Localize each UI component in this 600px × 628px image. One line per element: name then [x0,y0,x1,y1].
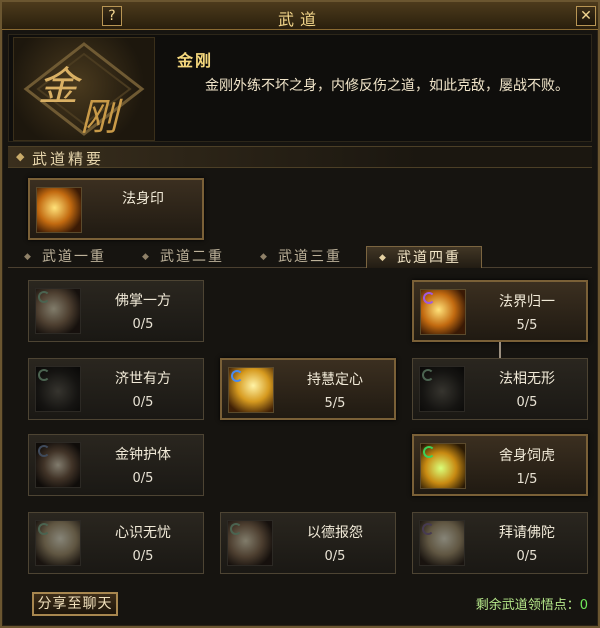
skill-level: 0/5 [132,395,154,410]
tab-label: 武道四重 [397,250,461,266]
skill-card[interactable]: 金钟护体 0/5 [28,434,204,496]
sacrifice-icon [420,443,466,489]
diamond-bullet-icon: ◆ [16,150,25,163]
skill-level: 0/5 [132,317,154,332]
mind-icon [35,520,81,566]
dharma-realm-icon [420,289,466,335]
skill-name: 法界归一 [499,294,555,310]
skill-name: 以德报怨 [307,525,363,541]
green-rank-icon [422,369,434,381]
tab-tier-4[interactable]: ◆ 武道四重 [366,246,482,268]
green-rank-icon [423,446,435,458]
virtue-icon [227,520,273,566]
skill-name: 舍身饲虎 [499,448,555,464]
skill-card[interactable]: 法相无形 0/5 [412,358,588,420]
skill-level: 0/5 [132,549,154,564]
martial-dao-window: ? 武道 ✕ 金 刚 金刚 金刚外练不坏之身，内修反伤之道，如此克敌，屡战不败。… [0,0,600,628]
skill-card[interactable]: 以德报怨 0/5 [220,512,396,574]
palm-icon [35,288,81,334]
section-header: ◆ 武道精要 [8,146,592,168]
meditation-icon [228,367,274,413]
skill-name: 心识无忧 [115,525,171,541]
share-to-chat-button[interactable]: 分享至聊天 [32,592,118,616]
skill-name: 拜请佛陀 [499,525,555,541]
tab-tier-1[interactable]: ◆ 武道一重 [12,246,128,268]
skill-name: 法相无形 [499,371,555,387]
diamond-bullet-icon: ◆ [142,252,151,262]
diamond-emblem-icon: 金 刚 [23,42,145,139]
points-label: 剩余武道领悟点： [475,598,580,613]
skill-name: 金钟护体 [115,447,171,463]
swastika-icon [35,366,81,412]
tab-tier-2[interactable]: ◆ 武道二重 [130,246,246,268]
skill-card[interactable]: 拜请佛陀 0/5 [412,512,588,574]
essence-skill-card[interactable]: 法身印 [28,178,204,240]
skill-name: 济世有方 [115,371,171,387]
skill-level: 5/5 [324,396,346,411]
tab-tier-3[interactable]: ◆ 武道三重 [248,246,364,268]
skill-level: 0/5 [324,549,346,564]
skill-card[interactable]: 法界归一 5/5 [412,280,588,342]
skill-name: 持慧定心 [307,372,363,388]
svg-text:金: 金 [38,64,83,110]
section-label: 武道精要 [32,150,105,168]
skill-name: 法身印 [122,191,164,207]
skill-card[interactable]: 济世有方 0/5 [28,358,204,420]
skill-level: 0/5 [516,549,538,564]
tab-label: 武道一重 [42,249,106,265]
skill-level: 1/5 [516,472,538,487]
buddha-icon [419,520,465,566]
school-description: 金刚外练不坏之身，内修反伤之道，如此克敌，屡战不败。 [205,78,569,94]
green-rank-icon [230,523,242,535]
green-rank-icon [38,523,50,535]
tab-label: 武道二重 [160,249,224,265]
diamond-bullet-icon: ◆ [24,252,33,262]
purple-rank-icon [422,523,434,535]
skill-name: 佛掌一方 [115,293,171,309]
skill-card[interactable]: 佛掌一方 0/5 [28,280,204,342]
purple-rank-icon [423,292,435,304]
window-title: 武道 [277,10,322,29]
skill-card[interactable]: 持慧定心 5/5 [220,358,396,420]
flame-hand-icon [36,187,82,233]
form-icon [419,366,465,412]
school-header: 金 刚 金刚 金刚外练不坏之身，内修反伤之道，如此克敌，屡战不败。 [8,34,592,142]
tab-label: 武道三重 [278,249,342,265]
points-value: 0 [579,598,588,613]
tier-tabs: ◆ 武道一重 ◆ 武道二重 ◆ 武道三重 ◆ 武道四重 [8,246,592,268]
school-logo: 金 刚 [13,37,155,141]
school-title: 金刚 [177,51,214,70]
diamond-bullet-icon: ◆ [379,253,388,263]
skill-level: 0/5 [516,395,538,410]
svg-text:刚: 刚 [80,95,123,139]
diamond-bullet-icon: ◆ [260,252,269,262]
skill-card[interactable]: 舍身饲虎 1/5 [412,434,588,496]
green-rank-icon [38,291,50,303]
green-rank-icon [38,369,50,381]
skill-card[interactable]: 心识无忧 0/5 [28,512,204,574]
blue-rank-icon [231,370,243,382]
close-button[interactable]: ✕ [576,6,596,26]
skill-level: 5/5 [516,318,538,333]
golden-bell-icon [35,442,81,488]
skill-level: 0/5 [132,471,154,486]
blue-rank-icon [38,445,50,457]
remaining-points: 剩余武道领悟点：0 [476,594,588,613]
title-bar: ? 武道 ✕ [2,2,598,30]
